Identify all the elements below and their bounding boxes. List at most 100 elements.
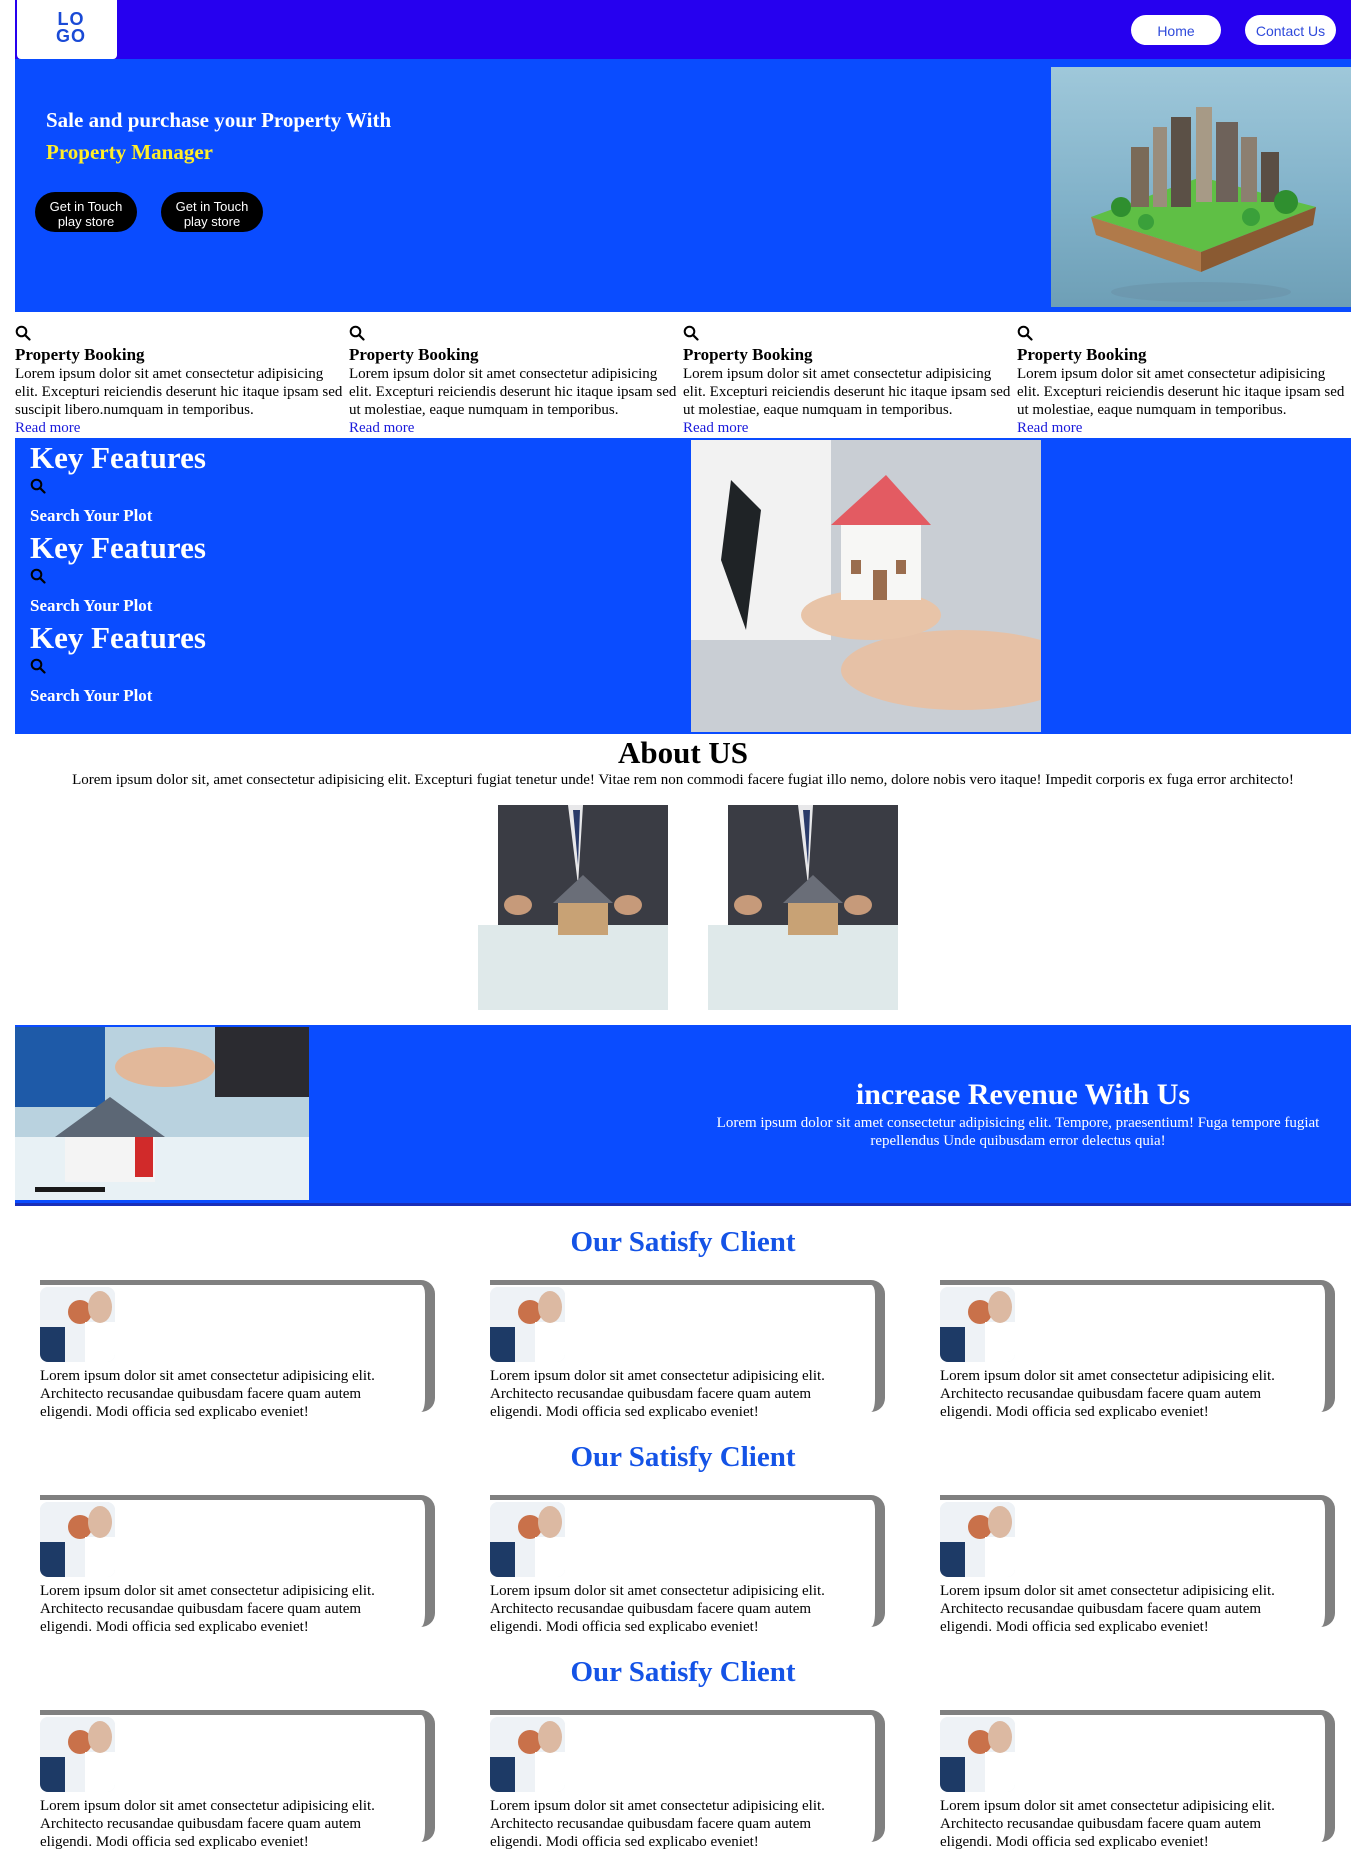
- client-photo-illustration: [40, 1287, 115, 1362]
- client-card: Lorem ipsum dolor sit amet consectetur a…: [490, 1280, 885, 1420]
- key-feature-subtitle: Search Your Plot: [30, 596, 153, 615]
- logo[interactable]: LO GO: [17, 0, 117, 59]
- search-icon: [15, 325, 349, 343]
- get-in-touch-button-2[interactable]: Get in Touch play store: [161, 192, 263, 232]
- feature-text: Lorem ipsum dolor sit amet consectetur a…: [15, 366, 343, 418]
- client-avatar: [490, 1287, 565, 1362]
- client-avatar: [40, 1502, 115, 1577]
- client-card: Lorem ipsum dolor sit amet consectetur a…: [490, 1710, 885, 1850]
- client-testimonial: Lorem ipsum dolor sit amet consectetur a…: [490, 1368, 825, 1420]
- feature-title: Property Booking: [15, 345, 145, 364]
- client-card: Lorem ipsum dolor sit amet consectetur a…: [40, 1280, 435, 1420]
- feature-title: Property Booking: [1017, 345, 1147, 364]
- client-card: Lorem ipsum dolor sit amet consectetur a…: [40, 1710, 435, 1850]
- feature-card: Property Booking Lorem ipsum dolor sit a…: [683, 325, 1017, 437]
- key-feature-subtitle: Search Your Plot: [30, 686, 153, 705]
- client-photo-illustration: [490, 1502, 565, 1577]
- client-testimonial: Lorem ipsum dolor sit amet consectetur a…: [40, 1583, 375, 1635]
- client-photo-illustration: [40, 1502, 115, 1577]
- read-more-link[interactable]: Read more: [683, 419, 1017, 437]
- key-feature-item: Key Features Search Your Plot: [30, 440, 206, 526]
- search-icon: [30, 568, 206, 588]
- pill-line2: play store: [57, 214, 115, 229]
- hero-city-island-image: [1051, 67, 1351, 307]
- pill-line1: Get in Touch: [49, 199, 123, 214]
- client-testimonial: Lorem ipsum dolor sit amet consectetur a…: [40, 1798, 375, 1850]
- client-card: Lorem ipsum dolor sit amet consectetur a…: [40, 1495, 435, 1635]
- clients-title: Our Satisfy Client: [570, 1226, 796, 1258]
- search-icon: [30, 658, 206, 678]
- hero-title-accent: Property Manager: [46, 140, 213, 164]
- house-handover-illustration: [691, 440, 1041, 732]
- key-feature-subtitle: Search Your Plot: [30, 506, 153, 525]
- house-handover-image: [691, 440, 1041, 732]
- hero-section: Sale and purchase your Property With Pro…: [15, 59, 1351, 312]
- client-card: Lorem ipsum dolor sit amet consectetur a…: [490, 1495, 885, 1635]
- feature-title: Property Booking: [349, 345, 479, 364]
- client-photo-illustration: [490, 1717, 565, 1792]
- feature-card: Property Booking Lorem ipsum dolor sit a…: [1017, 325, 1351, 437]
- feature-card: Property Booking Lorem ipsum dolor sit a…: [349, 325, 683, 437]
- revenue-text: Lorem ipsum dolor sit amet consectetur a…: [716, 1115, 1320, 1149]
- clients-title: Our Satisfy Client: [570, 1656, 796, 1688]
- client-testimonial: Lorem ipsum dolor sit amet consectetur a…: [490, 1583, 825, 1635]
- client-avatar: [490, 1717, 565, 1792]
- client-avatar: [940, 1502, 1015, 1577]
- key-features-section: Key Features Search Your Plot Key Featur…: [15, 438, 1351, 734]
- about-title: About US: [617, 735, 749, 770]
- client-photo-illustration: [40, 1717, 115, 1792]
- search-icon: [1017, 325, 1351, 343]
- pill-line1: Get in Touch: [175, 199, 249, 214]
- client-testimonial: Lorem ipsum dolor sit amet consectetur a…: [490, 1798, 825, 1850]
- read-more-link[interactable]: Read more: [1017, 419, 1351, 437]
- client-avatar: [40, 1287, 115, 1362]
- client-photo-illustration: [940, 1502, 1015, 1577]
- search-icon: [683, 325, 1017, 343]
- client-testimonial: Lorem ipsum dolor sit amet consectetur a…: [940, 1798, 1275, 1850]
- feature-text: Lorem ipsum dolor sit amet consectetur a…: [349, 366, 677, 418]
- pill-line2: play store: [183, 214, 241, 229]
- client-photo-illustration: [490, 1287, 565, 1362]
- top-navbar: LO GO Home Contact Us: [15, 0, 1351, 59]
- revenue-title: increase Revenue With Us: [855, 1078, 1191, 1111]
- revenue-section: increase Revenue With Us Lorem ipsum dol…: [15, 1025, 1351, 1206]
- client-avatar: [490, 1502, 565, 1577]
- clients-title: Our Satisfy Client: [570, 1441, 796, 1473]
- hero-title: Sale and purchase your Property With Pro…: [46, 104, 391, 168]
- client-card: Lorem ipsum dolor sit amet consectetur a…: [940, 1710, 1335, 1850]
- handshake-illustration: [15, 1027, 309, 1200]
- get-in-touch-button-1[interactable]: Get in Touch play store: [35, 192, 137, 232]
- about-image: [478, 805, 668, 1010]
- read-more-link[interactable]: Read more: [15, 419, 349, 437]
- logo-text: LO GO: [55, 9, 86, 46]
- key-feature-item: Key Features Search Your Plot: [30, 620, 206, 706]
- feature-card: Property Booking Lorem ipsum dolor sit a…: [15, 325, 349, 437]
- feature-title: Property Booking: [683, 345, 813, 364]
- about-text: Lorem ipsum dolor sit, amet consectetur …: [72, 772, 1294, 788]
- about-image: [708, 805, 898, 1010]
- search-icon: [349, 325, 683, 343]
- read-more-link[interactable]: Read more: [349, 419, 683, 437]
- nav-contact-button[interactable]: Contact Us: [1245, 15, 1336, 45]
- agent-with-house-illustration: [478, 805, 668, 1010]
- client-avatar: [40, 1717, 115, 1792]
- city-island-illustration: [1091, 107, 1316, 302]
- key-feature-title: Key Features: [30, 530, 206, 565]
- search-icon: [30, 478, 206, 498]
- client-testimonial: Lorem ipsum dolor sit amet consectetur a…: [940, 1583, 1275, 1635]
- client-testimonial: Lorem ipsum dolor sit amet consectetur a…: [940, 1368, 1275, 1420]
- feature-text: Lorem ipsum dolor sit amet consectetur a…: [683, 366, 1011, 418]
- hero-title-line1: Sale and purchase your Property With: [46, 108, 392, 132]
- client-card: Lorem ipsum dolor sit amet consectetur a…: [940, 1280, 1335, 1420]
- handshake-house-image: [15, 1027, 309, 1200]
- key-feature-title: Key Features: [30, 620, 206, 655]
- agent-with-house-illustration: [708, 805, 898, 1010]
- client-card: Lorem ipsum dolor sit amet consectetur a…: [940, 1495, 1335, 1635]
- key-feature-item: Key Features Search Your Plot: [30, 530, 206, 616]
- client-photo-illustration: [940, 1717, 1015, 1792]
- features-row: Property Booking Lorem ipsum dolor sit a…: [15, 325, 1351, 437]
- nav-home-button[interactable]: Home: [1131, 15, 1221, 45]
- key-feature-title: Key Features: [30, 440, 206, 475]
- client-avatar: [940, 1287, 1015, 1362]
- client-testimonial: Lorem ipsum dolor sit amet consectetur a…: [40, 1368, 375, 1420]
